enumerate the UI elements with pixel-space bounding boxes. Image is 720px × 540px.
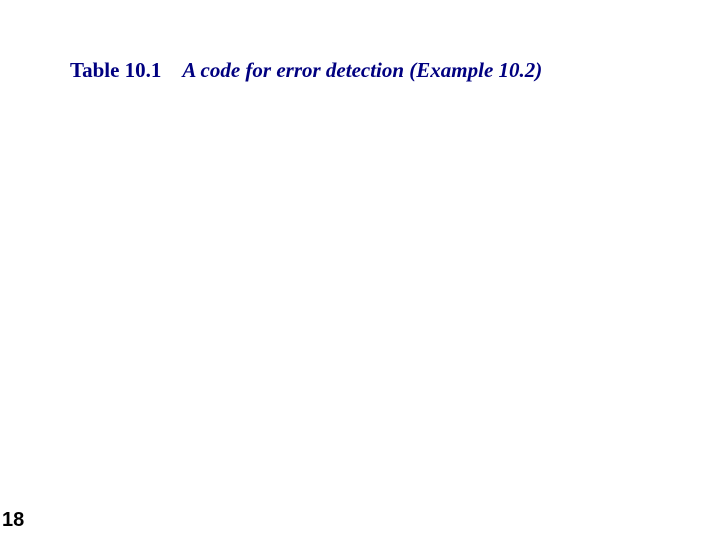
page-number: 18 — [2, 509, 24, 532]
table-caption-text: A code for error detection (Example 10.2… — [182, 58, 542, 82]
table-caption: Table 10.1 A code for error detection (E… — [70, 58, 542, 83]
table-label: Table 10.1 — [70, 58, 161, 82]
